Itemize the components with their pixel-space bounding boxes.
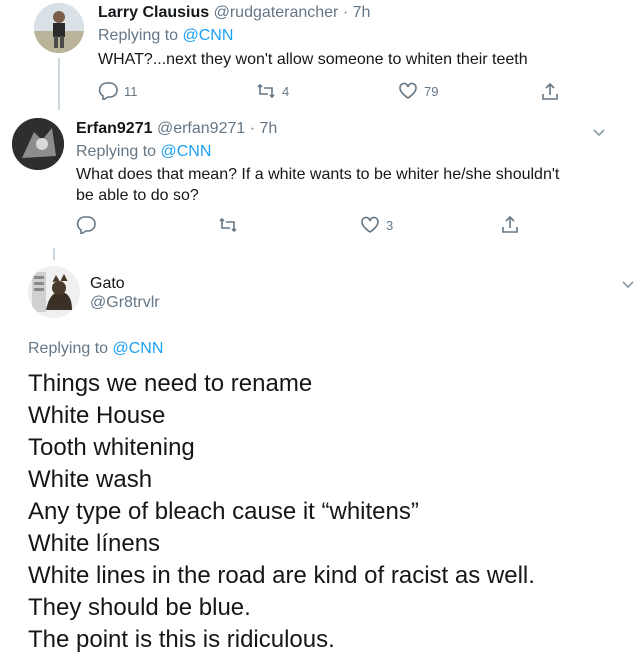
like-count: 3	[386, 217, 394, 233]
reply-button[interactable]	[76, 216, 96, 234]
tweet-text-line: They should be blue.	[28, 594, 251, 621]
retweet-icon	[257, 83, 275, 99]
reply-count: 11	[124, 83, 138, 99]
author-handle[interactable]: @Gr8trvlr	[90, 294, 160, 312]
tweet-text-line: White House	[28, 402, 166, 429]
reply-icon	[98, 82, 118, 100]
tweet-text-line: White wash	[28, 466, 153, 493]
more-options-button[interactable]	[592, 124, 606, 142]
like-button[interactable]: 3	[360, 216, 393, 234]
replying-label: Replying to	[28, 340, 109, 357]
more-options-button[interactable]	[621, 276, 635, 294]
share-button[interactable]	[540, 82, 560, 102]
avatar[interactable]	[34, 3, 84, 53]
retweet-icon	[219, 217, 237, 233]
heart-icon	[399, 82, 417, 99]
share-icon	[542, 82, 558, 100]
retweet-button[interactable]: 4	[256, 82, 289, 100]
thread-line	[53, 248, 55, 260]
like-count: 79	[424, 83, 439, 99]
reply-icon	[76, 216, 96, 234]
tweet-text-line: be able to do so?	[76, 187, 199, 204]
tweet-text-line: Things we need to rename	[28, 370, 313, 397]
tweet-time[interactable]: · 7h	[343, 4, 371, 21]
tweet-text-line: White lines in the road are kind of raci…	[28, 562, 535, 589]
share-button[interactable]	[500, 215, 520, 235]
author-name[interactable]: Larry Clausius	[98, 4, 209, 21]
retweet-button[interactable]	[218, 216, 238, 234]
reply-button[interactable]: 11	[98, 82, 138, 100]
like-button[interactable]: 79	[398, 82, 438, 100]
tweet-text-line: The point is this is ridiculous.	[28, 626, 335, 653]
author-handle[interactable]: @rudgaterancher	[214, 4, 339, 21]
avatar[interactable]	[12, 118, 64, 170]
share-icon	[502, 215, 518, 233]
heart-icon	[361, 216, 379, 233]
avatar[interactable]	[28, 266, 80, 318]
tweet-text-line: Tooth whitening	[28, 434, 195, 461]
replying-label: Replying to	[76, 143, 157, 160]
chevron-down-icon	[622, 281, 634, 289]
tweet-text-line: White línens	[28, 530, 161, 557]
author-handle[interactable]: @erfan9271	[157, 120, 245, 137]
retweet-count: 4	[282, 83, 290, 99]
tweet-time[interactable]: · 7h	[250, 120, 278, 137]
tweet-text-line: What does that mean? If a white wants to…	[76, 166, 560, 183]
replying-to-link[interactable]: @CNN	[113, 340, 164, 357]
tweet-text-line: Any type of bleach cause it “whitens”	[28, 498, 419, 525]
tweet-text: Things we need to rename White House Too…	[28, 368, 535, 656]
replying-to-link[interactable]: @CNN	[161, 143, 212, 160]
author-name[interactable]: Erfan9271	[76, 120, 153, 137]
replying-to-link[interactable]: @CNN	[183, 27, 234, 44]
author-name[interactable]: Gato	[90, 275, 125, 293]
chevron-down-icon	[593, 129, 605, 137]
thread-line	[58, 58, 60, 110]
tweet-text: WHAT?...next they won't allow someone to…	[98, 51, 528, 68]
replying-label: Replying to	[98, 27, 179, 44]
